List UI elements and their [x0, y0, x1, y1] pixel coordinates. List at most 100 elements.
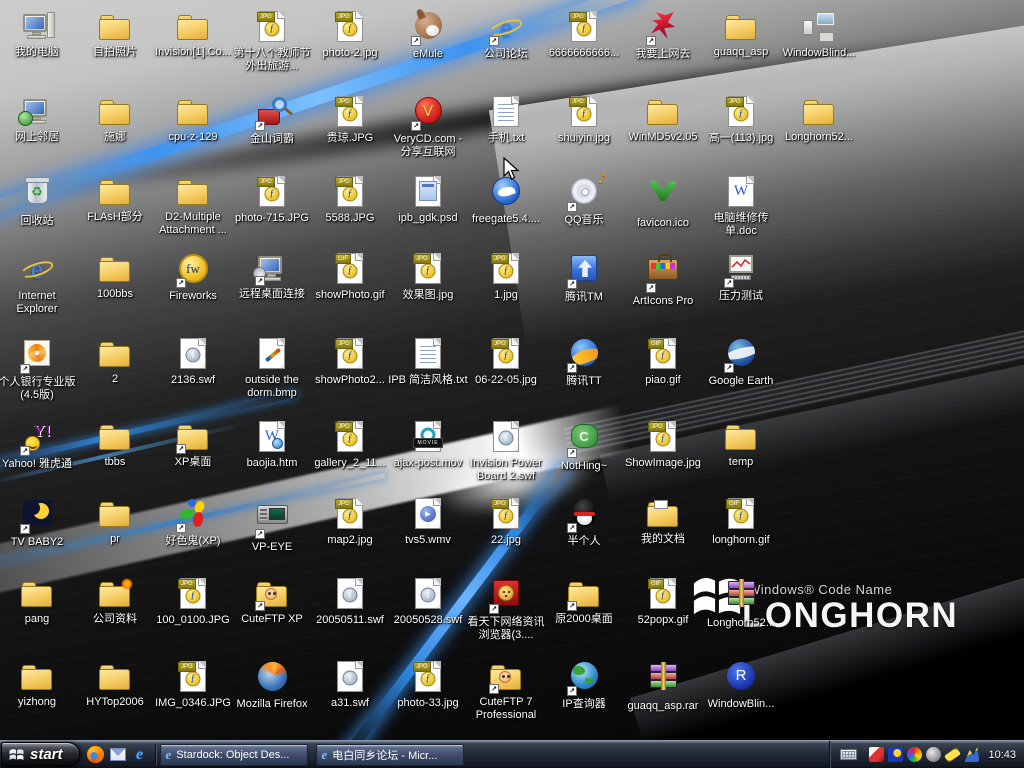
desktop-icon[interactable]: f20050528.swf	[388, 577, 468, 627]
desktop-icon[interactable]: Longhorn52...	[779, 95, 859, 144]
desktop-icon[interactable]: tbbs	[75, 420, 155, 469]
desktop[interactable]: Windows® Code Name LONGHORN 我的电脑自拍照片Invi…	[0, 0, 1024, 740]
desktop-icon[interactable]: 原2000桌面	[544, 577, 624, 626]
desktop-icon[interactable]: CuteFTP 7 Professional	[466, 660, 546, 722]
desktop-icon[interactable]: Y!Yahoo! 雅虎通	[0, 420, 77, 471]
desktop-icon[interactable]: 公司资料	[75, 577, 155, 626]
desktop-icon[interactable]: 压力测试	[701, 252, 781, 303]
desktop-icon[interactable]: GIFƒlonghorn.gif	[701, 497, 781, 547]
desktop-icon[interactable]: cpu-z-129	[153, 95, 233, 144]
desktop-icon[interactable]: temp	[701, 420, 781, 469]
tray-pencil-icon[interactable]	[945, 747, 962, 762]
desktop-icon[interactable]: 好色鬼(XP)	[153, 497, 233, 548]
desktop-icon[interactable]: JPGƒshowPhoto2...	[310, 337, 390, 387]
desktop-icon[interactable]: 我的文档	[623, 497, 703, 546]
desktop-icon[interactable]: fwFireworks	[153, 252, 233, 303]
desktop-icon[interactable]: ♪QQ音乐	[544, 175, 624, 227]
desktop-icon[interactable]: GIFƒ52popx.gif	[623, 577, 703, 627]
desktop-icon[interactable]: W电脑维修传单.doc	[701, 175, 781, 238]
taskbar-window-button[interactable]: eStardock: Object Des...	[160, 744, 308, 766]
tray-ball-icon[interactable]	[907, 747, 922, 762]
desktop-icon[interactable]: eInternet Explorer	[0, 252, 77, 316]
desktop-icon[interactable]: 腾讯TM	[544, 252, 624, 304]
desktop-icon[interactable]: JPGƒ22.jpg	[466, 497, 546, 547]
desktop-icon[interactable]: 施娜	[75, 95, 155, 144]
quicklaunch-phoenix-icon[interactable]	[85, 744, 107, 766]
desktop-icon[interactable]: VVeryCD.com - 分享互联网	[388, 95, 468, 159]
desktop-icon[interactable]: JPGƒ5588.JPG	[310, 175, 390, 225]
desktop-icon[interactable]: Mozilla Firefox	[232, 660, 312, 711]
desktop-icon[interactable]: 个人银行专业版(4.5版)	[0, 337, 77, 402]
desktop-icon[interactable]: JPGƒShowImage.jpg	[623, 420, 703, 470]
desktop-icon[interactable]: JPGƒphoto-715.JPG	[232, 175, 312, 225]
desktop-icon[interactable]: 半个人	[544, 497, 624, 548]
desktop-icon[interactable]: 自拍照片	[75, 10, 155, 59]
desktop-icon[interactable]: fa31.swf	[310, 660, 390, 710]
desktop-icon[interactable]: ♻回收站	[0, 175, 77, 228]
desktop-icon[interactable]: CuteFTP XP	[232, 577, 312, 626]
desktop-icon[interactable]: VP-EYE	[232, 497, 312, 554]
quicklaunch-internet-explorer-icon[interactable]: e	[129, 744, 151, 766]
desktop-icon[interactable]: WinMD5v2.05	[623, 95, 703, 144]
desktop-icon[interactable]: 手机.txt	[466, 95, 546, 145]
desktop-icon[interactable]: IP查询器	[544, 660, 624, 711]
desktop-icon[interactable]: 2	[75, 337, 155, 386]
tray-painter-icon[interactable]	[869, 747, 884, 762]
desktop-icon[interactable]: JPGƒ100_0100.JPG	[153, 577, 233, 627]
desktop-icon[interactable]: pang	[0, 577, 77, 626]
desktop-icon[interactable]: outside the dorm.bmp	[232, 337, 312, 400]
desktop-icon[interactable]: D2-Multiple Attachment ...	[153, 175, 233, 237]
desktop-icon[interactable]: JPGƒ06-22-05.jpg	[466, 337, 546, 387]
desktop-icon[interactable]: f2136.swf	[153, 337, 233, 387]
desktop-icon[interactable]: pr	[75, 497, 155, 546]
desktop-icon[interactable]: ArtIcons Pro	[623, 252, 703, 308]
desktop-icon[interactable]: 我的电脑	[0, 10, 77, 59]
desktop-icon[interactable]: FLAsH部分	[75, 175, 155, 224]
quicklaunch-outlook-express-icon[interactable]	[107, 744, 129, 766]
desktop-icon[interactable]: JPGƒphoto-33.jpg	[388, 660, 468, 710]
desktop-icon[interactable]: WindowBlind...	[779, 10, 859, 60]
desktop-icon[interactable]: ipb_gdk.psd	[388, 175, 468, 225]
desktop-icon[interactable]: Wbaojia.htm	[232, 420, 312, 470]
keyboard-input-icon[interactable]	[840, 749, 857, 760]
desktop-icon[interactable]: 金山词霸	[232, 95, 312, 146]
desktop-icon[interactable]: eMule	[388, 10, 468, 61]
desktop-icon[interactable]: HYTop2006	[75, 660, 155, 709]
desktop-icon[interactable]: 腾讯TT	[544, 337, 624, 388]
desktop-icon[interactable]: e公司论坛	[466, 10, 546, 61]
desktop-icon[interactable]: GIFƒshowPhoto.gif	[310, 252, 390, 302]
desktop-icon[interactable]: 我要上网去	[623, 10, 703, 61]
tray-moon-icon[interactable]	[888, 747, 903, 762]
desktop-icon[interactable]: JPGƒmap2.jpg	[310, 497, 390, 547]
desktop-icon[interactable]: JPGƒgallery_2_11...	[310, 420, 390, 470]
desktop-icon[interactable]: GIFƒpiao.gif	[623, 337, 703, 387]
desktop-icon[interactable]: ▶tvs5.wmv	[388, 497, 468, 547]
tray-map-icon[interactable]	[964, 747, 979, 762]
tray-speaker-icon[interactable]	[926, 747, 941, 762]
desktop-icon[interactable]: favicon.ico	[623, 175, 703, 230]
desktop-icon[interactable]: JPGƒIMG_0346.JPG	[153, 660, 233, 710]
desktop-icon[interactable]: 看天下网络资讯浏览器(3....	[466, 577, 546, 642]
desktop-icon[interactable]: IPB 简洁风格.txt	[388, 337, 468, 387]
desktop-icon[interactable]: JPGƒphoto-2.jpg	[310, 10, 390, 60]
desktop-icon[interactable]: 100bbs	[75, 252, 155, 301]
desktop-icon[interactable]: yizhong	[0, 660, 77, 709]
desktop-icon[interactable]: JPGƒ高一(113).jpg	[701, 95, 781, 145]
desktop-icon[interactable]: TV BABY2	[0, 497, 77, 549]
desktop-icon[interactable]: JPGƒ第十八个教师节外出旅游...	[232, 10, 312, 73]
desktop-icon[interactable]: XP桌面	[153, 420, 233, 469]
desktop-icon[interactable]: fInvision Power Board 2.swf	[466, 420, 546, 483]
desktop-icon[interactable]: NotHing~	[544, 420, 624, 473]
desktop-icon[interactable]: JPGƒ6666666666...	[544, 10, 624, 60]
desktop-icon[interactable]: Invision[1].Co...	[153, 10, 233, 59]
desktop-icon[interactable]: RWindowBlin...	[701, 660, 781, 711]
desktop-icon[interactable]: guaqq_asp.rar	[623, 660, 703, 713]
desktop-icon[interactable]: Google Earth	[701, 337, 781, 388]
taskbar-window-button[interactable]: e电白同乡论坛 - Micr...	[316, 744, 464, 766]
desktop-icon[interactable]: guaqq_asp	[701, 10, 781, 59]
desktop-icon[interactable]: JPGƒshuiyin.jpg	[544, 95, 624, 145]
desktop-icon[interactable]: JPGƒ1.jpg	[466, 252, 546, 302]
desktop-icon[interactable]: 网上邻居	[0, 95, 77, 144]
desktop-icon[interactable]: JPGƒ效果图.jpg	[388, 252, 468, 302]
desktop-icon[interactable]: Longhorn52...	[701, 577, 781, 630]
